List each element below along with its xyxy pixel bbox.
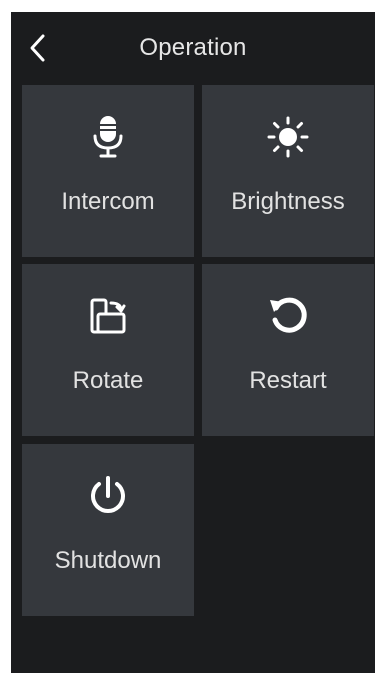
tile-label: Intercom [61, 188, 155, 215]
brightness-tile[interactable]: Brightness [202, 85, 374, 257]
tile-label: Shutdown [54, 547, 162, 574]
header: Operation [11, 12, 375, 84]
intercom-tile[interactable]: Intercom [22, 85, 194, 257]
tile-label: Rotate [72, 367, 144, 394]
power-icon [91, 476, 125, 513]
tile-label: Restart [249, 367, 327, 394]
shutdown-tile[interactable]: Shutdown [22, 444, 194, 616]
operation-screen: Operation Intercom Brightness Rotate Res… [11, 12, 375, 673]
page-title: Operation [139, 34, 247, 61]
rotate-screen-icon [90, 298, 126, 334]
microphone-icon [93, 116, 123, 158]
rotate-tile[interactable]: Rotate [22, 264, 194, 436]
sun-icon [267, 116, 309, 158]
restart-icon [270, 297, 307, 333]
restart-tile[interactable]: Restart [202, 264, 374, 436]
tile-label: Brightness [231, 188, 345, 215]
